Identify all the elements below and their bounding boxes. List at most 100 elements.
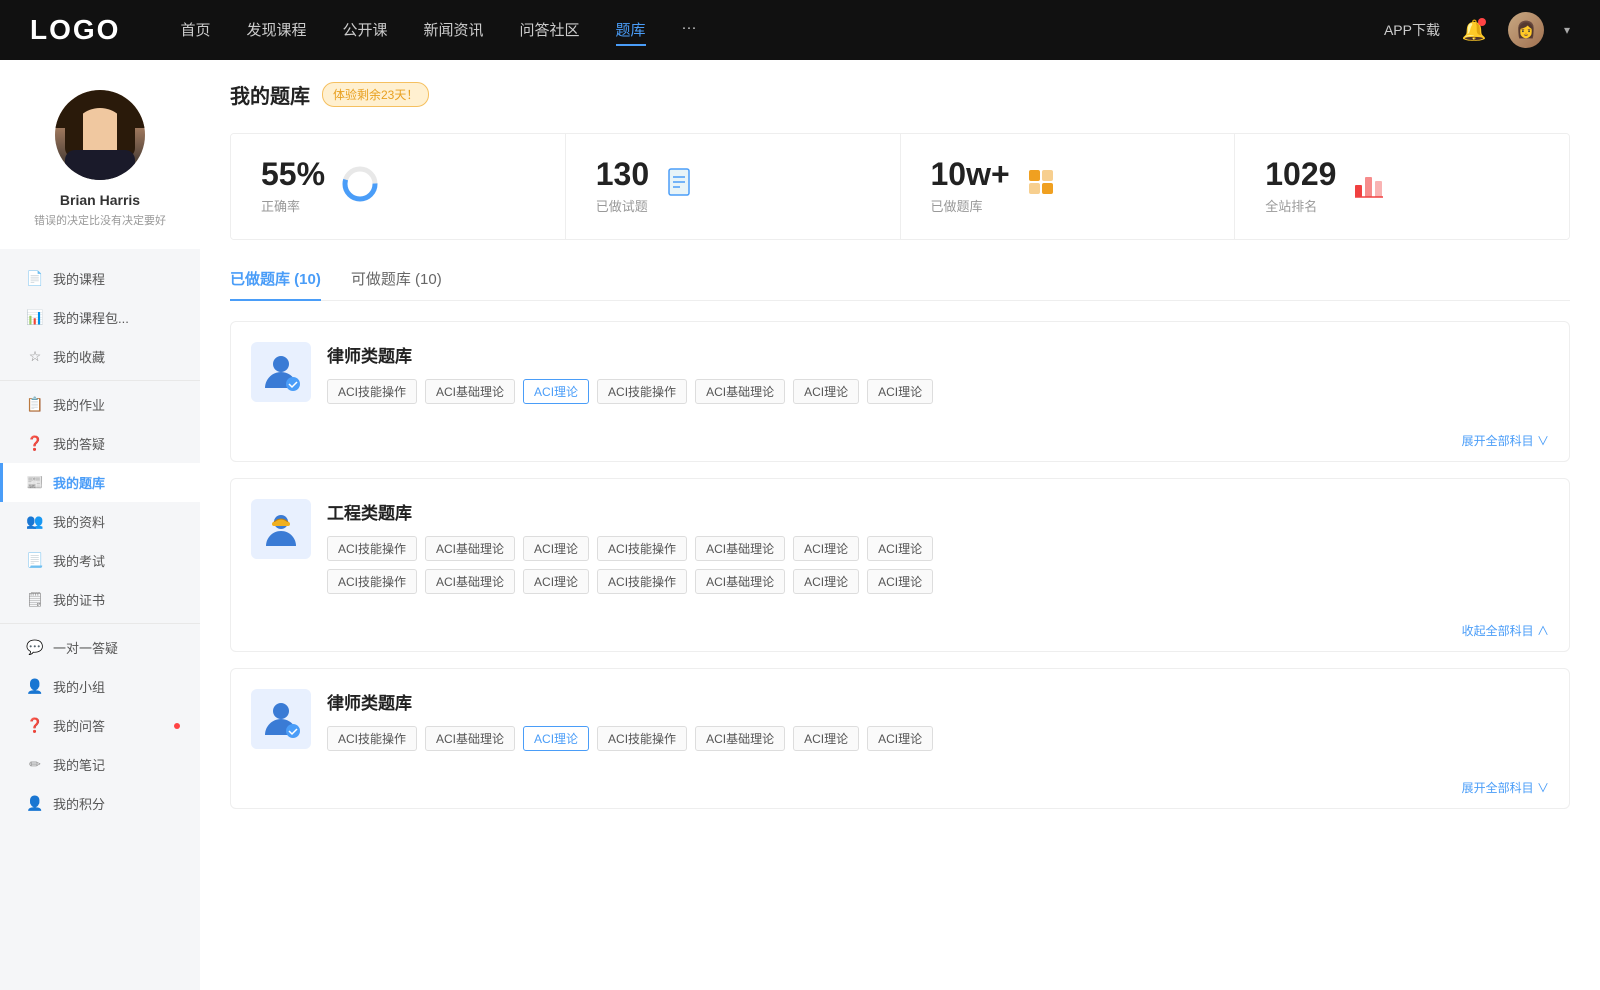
tag-eng-r1-3[interactable]: ACI技能操作 <box>597 536 687 561</box>
sidebar-profile: Brian Harris 错误的决定比没有决定要好 <box>0 60 200 249</box>
sidebar-item-tutor[interactable]: 💬 一对一答疑 <box>0 628 200 667</box>
sidebar-avatar <box>55 90 145 180</box>
sidebar-item-my-qa[interactable]: ❓ 我的答疑 <box>0 424 200 463</box>
tag-lawyer2-1[interactable]: ACI基础理论 <box>425 726 515 751</box>
page-header: 我的题库 体验剩余23天！ <box>230 80 1570 109</box>
tag-lawyer1-6[interactable]: ACI理论 <box>867 379 933 404</box>
tag-eng-r1-1[interactable]: ACI基础理论 <box>425 536 515 561</box>
tag-eng-r1-0[interactable]: ACI技能操作 <box>327 536 417 561</box>
trial-badge: 体验剩余23天！ <box>322 82 429 107</box>
stat-banks-value: 10w+ <box>931 158 1010 190</box>
stat-accuracy: 55% 正确率 <box>231 134 566 239</box>
tag-lawyer2-3[interactable]: ACI技能操作 <box>597 726 687 751</box>
sidebar-item-points[interactable]: 👤 我的积分 <box>0 784 200 823</box>
nav-news[interactable]: 新闻资讯 <box>424 15 484 46</box>
avatar[interactable]: 👩 <box>1508 12 1544 48</box>
nav-qbank[interactable]: 题库 <box>616 15 646 46</box>
qbank-title-lawyer1: 律师类题库 <box>327 342 1549 367</box>
sidebar-item-qbank[interactable]: 📰 我的题库 <box>0 463 200 502</box>
stat-banks-label: 已做题库 <box>931 196 1010 215</box>
tag-lawyer1-0[interactable]: ACI技能操作 <box>327 379 417 404</box>
sidebar-item-favorites[interactable]: ☆ 我的收藏 <box>0 337 200 376</box>
sidebar-item-profile[interactable]: 👥 我的资料 <box>0 502 200 541</box>
qbank-icon-lawyer1 <box>251 342 311 402</box>
tag-eng-r2-6[interactable]: ACI理论 <box>867 569 933 594</box>
sidebar-item-certificate[interactable]: 🗒 我的证书 <box>0 580 200 619</box>
sidebar-item-questions[interactable]: ❓ 我的问答 <box>0 706 200 745</box>
stat-rank-value: 1029 <box>1265 158 1336 190</box>
sidebar-menu: 📄 我的课程 📊 我的课程包... ☆ 我的收藏 📋 我的作业 ❓ 我的答疑 <box>0 259 200 823</box>
certificate-icon: 🗒 <box>27 592 43 608</box>
sidebar-item-notes[interactable]: ✏ 我的笔记 <box>0 745 200 784</box>
tag-lawyer1-3[interactable]: ACI技能操作 <box>597 379 687 404</box>
app-download-button[interactable]: APP下载 <box>1384 20 1440 40</box>
page-title: 我的题库 <box>230 80 310 109</box>
sidebar-item-group[interactable]: 👤 我的小组 <box>0 667 200 706</box>
rank-icon <box>1352 167 1386 206</box>
sidebar-motto: 错误的决定比没有决定要好 <box>34 214 166 229</box>
sidebar-item-homework[interactable]: 📋 我的作业 <box>0 385 200 424</box>
tag-lawyer1-2[interactable]: ACI理论 <box>523 379 589 404</box>
exam-icon: 📃 <box>27 553 43 569</box>
tag-eng-r2-5[interactable]: ACI理论 <box>793 569 859 594</box>
tag-lawyer1-1[interactable]: ACI基础理论 <box>425 379 515 404</box>
tag-eng-r1-4[interactable]: ACI基础理论 <box>695 536 785 561</box>
tag-eng-r2-0[interactable]: ACI技能操作 <box>327 569 417 594</box>
qbank-title-lawyer2: 律师类题库 <box>327 689 1549 714</box>
tag-lawyer1-4[interactable]: ACI基础理论 <box>695 379 785 404</box>
nav-menu: 首页 发现课程 公开课 新闻资讯 问答社区 题库 ··· <box>180 15 1384 46</box>
accuracy-chart-icon <box>341 165 379 208</box>
homework-icon: 📋 <box>27 397 43 413</box>
sidebar-item-label: 一对一答疑 <box>53 638 118 657</box>
tag-eng-r2-3[interactable]: ACI技能操作 <box>597 569 687 594</box>
stat-accuracy-text: 55% 正确率 <box>261 158 325 215</box>
done-questions-icon <box>665 167 699 206</box>
stat-rank-text: 1029 全站排名 <box>1265 158 1336 215</box>
tag-lawyer2-0[interactable]: ACI技能操作 <box>327 726 417 751</box>
stats-row: 55% 正确率 130 已做试题 <box>230 133 1570 240</box>
tab-available-banks[interactable]: 可做题库 (10) <box>351 268 442 301</box>
sidebar-item-exam[interactable]: 📃 我的考试 <box>0 541 200 580</box>
tag-eng-r1-5[interactable]: ACI理论 <box>793 536 859 561</box>
tag-lawyer2-4[interactable]: ACI基础理论 <box>695 726 785 751</box>
qbank-tags-lawyer1: ACI技能操作 ACI基础理论 ACI理论 ACI技能操作 ACI基础理论 AC… <box>327 379 1549 404</box>
tag-eng-r1-2[interactable]: ACI理论 <box>523 536 589 561</box>
tag-lawyer2-2[interactable]: ACI理论 <box>523 726 589 751</box>
qbank-info-lawyer2: 律师类题库 ACI技能操作 ACI基础理论 ACI理论 ACI技能操作 ACI基… <box>327 689 1549 759</box>
stat-done-banks: 10w+ 已做题库 <box>901 134 1236 239</box>
expand-lawyer2[interactable]: 展开全部科目 ∨ <box>231 779 1569 808</box>
tabs-row: 已做题库 (10) 可做题库 (10) <box>230 268 1570 301</box>
nav-qa[interactable]: 问答社区 <box>520 15 580 46</box>
sidebar-item-label: 我的课程包... <box>53 308 129 327</box>
expand-lawyer1[interactable]: 展开全部科目 ∨ <box>231 432 1569 461</box>
nav-discover[interactable]: 发现课程 <box>246 15 306 46</box>
done-banks-icon <box>1026 167 1060 206</box>
tag-lawyer2-5[interactable]: ACI理论 <box>793 726 859 751</box>
nav-home[interactable]: 首页 <box>180 15 210 46</box>
sidebar-item-courses[interactable]: 📄 我的课程 <box>0 259 200 298</box>
stat-accuracy-label: 正确率 <box>261 196 325 215</box>
sidebar-item-label: 我的问答 <box>53 716 105 735</box>
menu-divider-2 <box>0 623 200 624</box>
tag-lawyer2-6[interactable]: ACI理论 <box>867 726 933 751</box>
qbank-icon-lawyer2 <box>251 689 311 749</box>
sidebar-item-course-packages[interactable]: 📊 我的课程包... <box>0 298 200 337</box>
tag-eng-r2-4[interactable]: ACI基础理论 <box>695 569 785 594</box>
nav-open-course[interactable]: 公开课 <box>342 15 387 46</box>
stat-done-text: 130 已做试题 <box>596 158 649 215</box>
profile-chevron-icon[interactable]: ▾ <box>1564 23 1570 37</box>
sidebar-item-label: 我的收藏 <box>53 347 105 366</box>
topnav-right: APP下载 🔔 👩 ▾ <box>1384 12 1570 48</box>
tag-lawyer1-5[interactable]: ACI理论 <box>793 379 859 404</box>
tab-done-banks[interactable]: 已做题库 (10) <box>230 268 321 301</box>
tag-eng-r1-6[interactable]: ACI理论 <box>867 536 933 561</box>
points-icon: 👤 <box>27 796 43 812</box>
courses-icon: 📄 <box>27 271 43 287</box>
tag-eng-r2-1[interactable]: ACI基础理论 <box>425 569 515 594</box>
notification-bell[interactable]: 🔔 <box>1460 16 1488 44</box>
collapse-engineer[interactable]: 收起全部科目 ∧ <box>231 622 1569 651</box>
nav-more[interactable]: ··· <box>682 15 697 46</box>
stat-done-questions: 130 已做试题 <box>566 134 901 239</box>
tutor-icon: 💬 <box>27 640 43 656</box>
tag-eng-r2-2[interactable]: ACI理论 <box>523 569 589 594</box>
